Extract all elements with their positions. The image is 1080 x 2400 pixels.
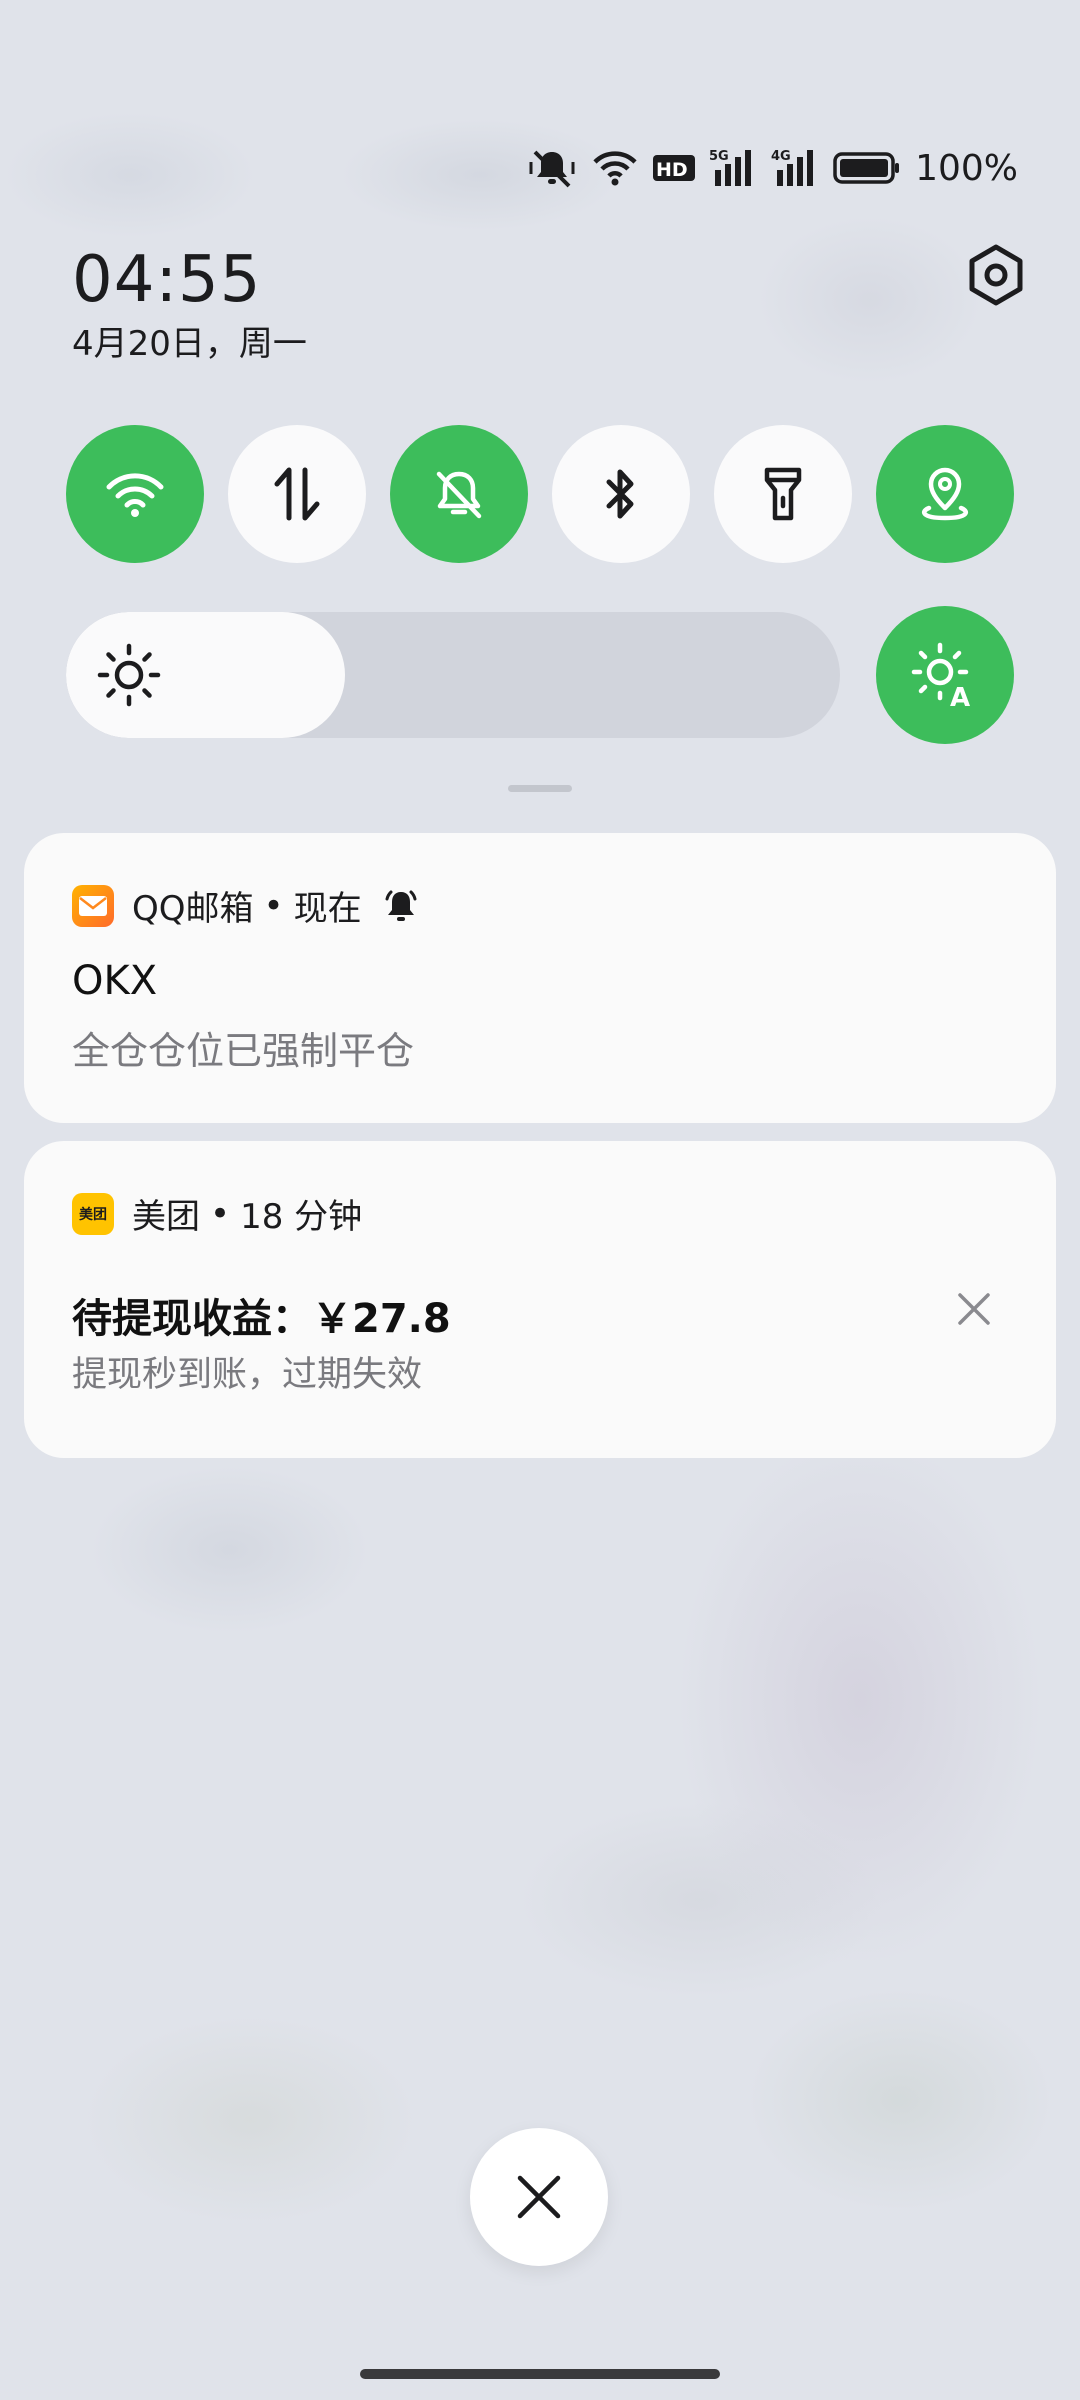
app-name: QQ邮箱 [132,889,254,929]
notification-body: 提现秒到账，过期失效 [72,1355,423,1395]
app-name: 美团 [132,1197,200,1237]
close-icon[interactable] [952,1287,996,1331]
notification-header: QQ邮箱 • 现在 [72,881,420,930]
notification-time: 现在 [293,889,362,929]
mute-icon [527,146,577,190]
notification-qqmail[interactable]: QQ邮箱 • 现在 OKX 全仓仓位已强制平仓 [24,833,1056,1123]
bell-off-icon [436,471,482,519]
signal-5g-icon: 5G [709,148,757,188]
tile-silent-mode[interactable] [390,425,528,563]
gear-icon [969,244,1023,306]
svg-text:4G: 4G [771,149,791,164]
tile-bluetooth[interactable] [552,425,690,563]
auto-brightness-button[interactable]: A [876,606,1014,744]
separator-dot: • [263,885,284,926]
tile-mobile-data[interactable] [228,425,366,563]
svg-text:HD: HD [656,159,688,181]
clock-time: 04:55 [72,243,262,317]
notification-meituan[interactable]: 美团 美团 • 18 分钟 待提现收益：￥27.8 提现秒到账，过期失效 [24,1141,1056,1458]
signal-4g-icon: 4G [771,148,819,188]
brightness-slider[interactable] [66,612,840,738]
settings-button[interactable] [964,240,1028,310]
hd-icon: HD [653,153,696,183]
tile-wifi[interactable] [66,425,204,563]
notification-body: 全仓仓位已强制平仓 [72,1029,415,1073]
drag-handle[interactable] [508,785,572,792]
status-bar: HD 5G 4G 100% [527,140,1018,196]
notification-title: OKX [72,958,158,1004]
brightness-icon [97,643,161,707]
home-indicator[interactable] [360,2369,720,2379]
separator-dot: • [210,1193,231,1234]
clock-date: 4月20日，周一 [72,324,307,364]
svg-text:5G: 5G [709,149,729,164]
tile-location[interactable] [876,425,1014,563]
bluetooth-icon [606,469,634,519]
svg-text:A: A [950,683,970,710]
notification-header: 美团 美团 • 18 分钟 [72,1189,362,1238]
tile-flashlight[interactable] [714,425,852,563]
battery-icon [833,151,901,185]
qqmail-app-icon [72,884,114,927]
meituan-icon-label: 美团 [79,1206,107,1223]
flashlight-icon [764,467,802,521]
notification-title: 待提现收益：￥27.8 [72,1296,451,1342]
location-icon [921,467,969,521]
close-icon [517,2175,561,2219]
auto-brightness-icon: A [911,642,970,710]
data-arrows-icon [274,467,320,521]
clear-all-button[interactable] [470,2128,608,2266]
bell-ringing-icon [385,890,417,921]
quick-settings-tiles [66,425,1014,563]
meituan-app-icon: 美团 [72,1192,114,1235]
wifi-icon [591,148,639,188]
battery-percentage: 100% [915,147,1018,189]
wifi-icon [106,473,164,517]
notification-time: 18 分钟 [240,1197,363,1237]
